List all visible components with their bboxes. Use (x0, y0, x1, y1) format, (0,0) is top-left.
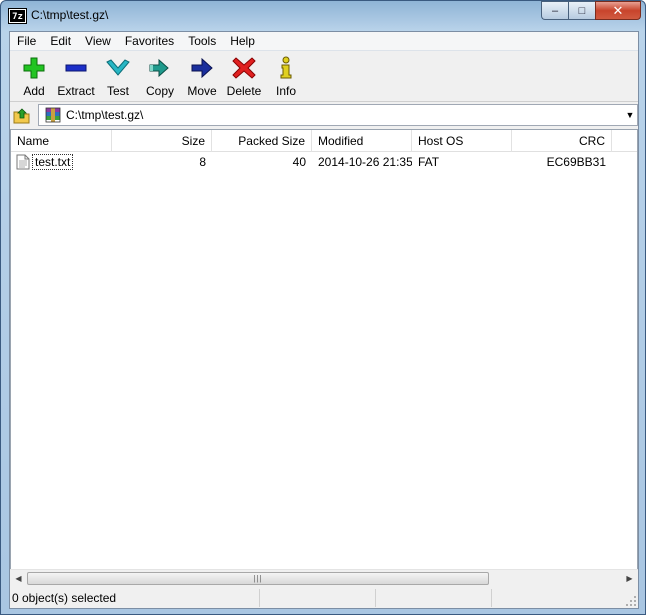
file-list[interactable]: Name Size Packed Size Modified Host OS C… (10, 129, 638, 578)
test-label: Test (106, 84, 129, 98)
list-header: Name Size Packed Size Modified Host OS C… (11, 130, 637, 152)
move-label: Move (187, 84, 217, 98)
scroll-track[interactable]: ||| (27, 571, 621, 586)
packed-size-cell: 40 (292, 155, 306, 169)
column-header-host-os[interactable]: Host OS (412, 130, 512, 152)
window-controls: – □ ✕ (541, 1, 641, 21)
crc-cell: EC69BB31 (546, 155, 606, 169)
menu-file[interactable]: File (10, 32, 43, 51)
up-folder-button[interactable] (10, 104, 34, 128)
plus-icon (23, 57, 45, 79)
menu-favorites[interactable]: Favorites (118, 32, 181, 51)
horizontal-scrollbar[interactable]: ◀ ||| ▶ (10, 569, 638, 586)
column-header-modified[interactable]: Modified (312, 130, 412, 152)
size-cell: 8 (199, 155, 206, 169)
copy-button[interactable]: Copy (139, 52, 181, 100)
folder-up-icon (13, 107, 30, 123)
file-name[interactable]: test.txt (32, 154, 74, 170)
column-header-name[interactable]: Name (11, 130, 112, 152)
archive-icon (45, 107, 61, 123)
close-button[interactable]: ✕ (595, 1, 641, 20)
modified-cell: 2014-10-26 21:35 (318, 155, 412, 169)
text-file-icon (16, 154, 30, 170)
menu-bar: File Edit View Favorites Tools Help (10, 32, 638, 51)
menu-edit[interactable]: Edit (43, 32, 78, 51)
scroll-left-arrow[interactable]: ◀ (10, 570, 27, 587)
extract-button[interactable]: Extract (55, 52, 97, 100)
info-label: Info (275, 84, 296, 98)
minus-icon (65, 64, 87, 72)
move-button[interactable]: Move (181, 52, 223, 100)
status-selection: 0 object(s) selected (10, 589, 260, 607)
menu-tools[interactable]: Tools (181, 32, 223, 51)
address-field[interactable]: C:\tmp\test.gz\ ▼ (38, 104, 638, 126)
add-label: Add (23, 84, 45, 98)
host-os-cell: FAT (418, 155, 440, 169)
minimize-button[interactable]: – (541, 1, 568, 20)
test-button[interactable]: Test (97, 52, 139, 100)
extract-label: Extract (57, 84, 95, 98)
name-cell: test.txt (11, 153, 112, 171)
window-frame: 7z C:\tmp\test.gz\ – □ ✕ File Edit View … (0, 0, 646, 615)
maximize-button[interactable]: □ (568, 1, 595, 20)
arrow-right-icon (191, 57, 213, 79)
column-header-crc[interactable]: CRC (512, 130, 612, 152)
info-button[interactable]: Info (265, 52, 307, 100)
app-icon[interactable]: 7z (8, 8, 27, 24)
status-segment-3 (376, 589, 492, 607)
table-row[interactable]: test.txt 8 40 2014-10-26 21:35 FAT EC69B… (11, 153, 637, 171)
scroll-thumb[interactable]: ||| (27, 571, 489, 585)
add-button[interactable]: Add (13, 52, 55, 100)
address-path: C:\tmp\test.gz\ (66, 108, 144, 122)
copy-label: Copy (145, 84, 174, 98)
column-header-packed-size[interactable]: Packed Size (212, 130, 312, 152)
delete-label: Delete (226, 84, 262, 98)
column-header-size[interactable]: Size (112, 130, 212, 152)
status-bar: 0 object(s) selected (10, 588, 638, 608)
info-icon (280, 56, 292, 79)
title-bar[interactable]: 7z C:\tmp\test.gz\ – □ ✕ (1, 1, 646, 31)
delete-button[interactable]: Delete (223, 52, 265, 100)
chevron-down-icon[interactable]: ▼ (623, 110, 637, 120)
menu-view[interactable]: View (78, 32, 118, 51)
menu-help[interactable]: Help (223, 32, 262, 51)
toolbar: Add Extract Test Copy Move Delete Info (10, 52, 638, 102)
check-icon (106, 59, 130, 76)
status-segment-4 (492, 589, 622, 607)
address-bar: C:\tmp\test.gz\ ▼ (10, 103, 638, 128)
status-segment-2 (260, 589, 376, 607)
resize-grip-icon[interactable] (625, 595, 637, 607)
window-title: C:\tmp\test.gz\ (31, 8, 109, 22)
double-arrow-icon (149, 58, 169, 78)
scroll-right-arrow[interactable]: ▶ (621, 570, 638, 587)
x-icon (232, 57, 256, 79)
client-area: File Edit View Favorites Tools Help Add … (9, 31, 639, 609)
